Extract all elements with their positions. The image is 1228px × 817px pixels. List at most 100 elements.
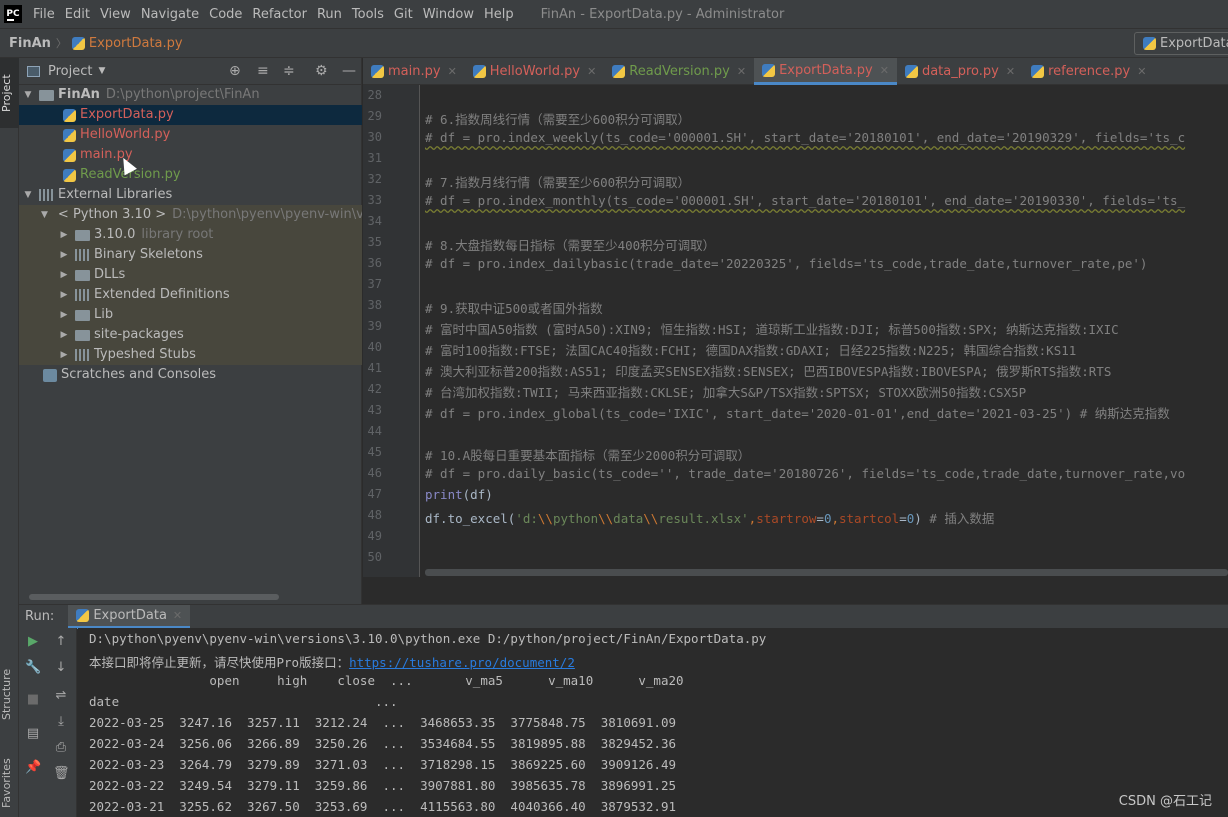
tree-item-external-libraries[interactable]: ▼ External Libraries [19,185,362,205]
chevron-right-icon[interactable]: ▶ [59,285,69,305]
breadcrumb-project[interactable]: FinAn [9,36,51,51]
code-line: # 台湾加权指数:TWII; 马来西亚指数:CKLSE; 加拿大S&P/TSX指… [425,385,1027,400]
close-icon[interactable]: ✕ [880,64,889,77]
pin-icon[interactable]: 📌 [25,760,41,775]
tab-data-pro[interactable]: data_pro.py ✕ [897,58,1023,85]
close-icon[interactable]: ✕ [587,65,596,78]
chevron-right-icon[interactable]: ▶ [59,225,69,245]
wrench-icon[interactable]: 🔧 [25,660,41,675]
scroll-to-end-icon[interactable]: ⤓ [53,714,69,729]
tree-item-exportdata[interactable]: ExportData.py [19,105,362,125]
code-line: # 8.大盘指数每日指标（需要至少400积分可调取） [425,238,716,253]
locate-icon[interactable]: ⊕ [229,63,241,79]
expand-all-icon[interactable]: ≡ [257,63,269,79]
code-token: data [613,511,644,526]
console-notice: 本接口即将停止更新，请尽快使用Pro版接口： [89,655,350,670]
chevron-right-icon[interactable]: ▶ [59,265,69,285]
menu-tools[interactable]: Tools [347,0,389,29]
chevron-down-icon[interactable]: ▼ [41,205,48,225]
scroll-down-icon[interactable]: ↓ [53,660,69,675]
tool-window-structure[interactable]: Structure [0,658,19,730]
chevron-right-icon[interactable]: ▶ [59,325,69,345]
menu-git[interactable]: Git [389,0,418,29]
hide-icon[interactable]: — [342,63,356,79]
scroll-up-icon[interactable]: ↑ [53,634,69,649]
tree-item-dlls[interactable]: ▶ DLLs [19,265,362,285]
tool-window-project[interactable]: Project [0,58,19,128]
menu-refactor[interactable]: Refactor [247,0,312,29]
tree-item-readversion[interactable]: ReadVersion.py [19,165,362,185]
tab-exportdata[interactable]: ExportData.py ✕ [754,58,897,85]
code-line: # df = pro.index_global(ts_code='IXIC', … [425,406,1170,421]
tree-item-label: ExportData.py [80,107,174,122]
collapse-all-icon[interactable]: ≑ [283,63,295,79]
soft-wrap-icon[interactable]: ⇌ [53,688,69,703]
tree-item-label: Extended Definitions [94,287,230,302]
tab-readversion[interactable]: ReadVersion.py ✕ [604,58,754,85]
chevron-right-icon[interactable]: ▶ [59,305,69,325]
gear-icon[interactable]: ⚙ [315,63,328,79]
menu-view[interactable]: View [95,0,136,29]
menu-run[interactable]: Run [312,0,347,29]
tab-label: main.py [388,64,441,79]
line-number: 39 [367,319,382,333]
menu-file[interactable]: File [28,0,60,29]
menu-help[interactable]: Help [479,0,519,29]
tree-item-helloworld[interactable]: HelloWorld.py [19,125,362,145]
tree-item-site-packages[interactable]: ▶ site-packages [19,325,362,345]
tree-item-label: site-packages [94,327,184,342]
tool-window-favorites[interactable]: Favorites [0,748,19,817]
tree-item-extended-definitions[interactable]: ▶ Extended Definitions [19,285,362,305]
close-icon[interactable]: ✕ [1006,65,1015,78]
code-token: # 插入数据 [921,511,995,526]
tab-helloworld[interactable]: HelloWorld.py ✕ [465,58,605,85]
close-icon[interactable]: ✕ [1137,65,1146,78]
trash-icon[interactable]: 🗑 [53,766,70,781]
console-link[interactable]: https://tushare.pro/document/2 [349,655,575,670]
menu-navigate[interactable]: Navigate [136,0,204,29]
tree-item-scratches[interactable]: Scratches and Consoles [19,365,362,385]
horizontal-scrollbar[interactable] [29,594,279,600]
layout-icon[interactable]: ▤ [25,726,41,741]
run-console[interactable]: D:\python\pyenv\pyenv-win\versions\3.10.… [78,628,1228,817]
tab-main[interactable]: main.py ✕ [363,58,465,85]
run-configuration-selector[interactable]: ExportData [1134,32,1228,55]
tree-item-python-sdk[interactable]: ▼ < Python 3.10 > D:\python\pyenv\pyenv-… [19,205,362,225]
tree-item-finan[interactable]: ▼ FinAn D:\python\project\FinAn [19,85,362,105]
close-icon[interactable]: ✕ [737,65,746,78]
project-view-selector[interactable]: Project [48,64,92,79]
pycharm-logo-icon: PC [4,5,22,23]
tab-label: data_pro.py [921,64,999,79]
tree-item-binary-skeletons[interactable]: ▶ Binary Skeletons [19,245,362,265]
close-icon[interactable]: ✕ [173,609,182,622]
code-token: \\ [537,511,553,526]
console-line: D:\python\pyenv\pyenv-win\versions\3.10.… [89,631,767,646]
run-tab-exportdata[interactable]: ExportData ✕ [68,604,191,629]
chevron-down-icon[interactable]: ▼ [23,85,33,105]
line-number: 38 [367,298,382,312]
close-icon[interactable]: ✕ [448,65,457,78]
line-number: 30 [367,130,382,144]
tab-reference[interactable]: reference.py ✕ [1023,58,1154,85]
chevron-down-icon[interactable]: ▼ [98,66,105,76]
chevron-right-icon[interactable]: ▶ [59,345,69,365]
console-table-header: open high close ... v_ma5 v_ma10 v_ma20 [89,673,684,688]
chevron-right-icon[interactable]: ▶ [59,245,69,265]
python-file-icon [371,65,384,78]
tree-item-3100[interactable]: ▶ 3.10.0 library root [19,225,362,245]
chevron-down-icon[interactable]: ▼ [23,185,33,205]
menu-window[interactable]: Window [418,0,479,29]
editor-horizontal-scrollbar[interactable] [425,569,1228,576]
menu-edit[interactable]: Edit [60,0,95,29]
code-editor[interactable]: # 6.指数周线行情（需要至少600积分可调取） # df = pro.inde… [421,85,1228,577]
stop-icon[interactable]: ■ [25,692,41,707]
breadcrumb-file[interactable]: ExportData.py [71,36,183,51]
tree-item-lib[interactable]: ▶ Lib [19,305,362,325]
print-icon[interactable]: ⎙ [53,740,69,755]
tree-item-main[interactable]: main.py [19,145,362,165]
menu-code[interactable]: Code [204,0,247,29]
tree-item-typeshed-stubs[interactable]: ▶ Typeshed Stubs [19,345,362,365]
tree-item-path: library root [141,227,214,242]
rerun-icon[interactable]: ▶ [25,634,41,649]
code-line: # df = pro.index_dailybasic(trade_date='… [425,256,1148,271]
